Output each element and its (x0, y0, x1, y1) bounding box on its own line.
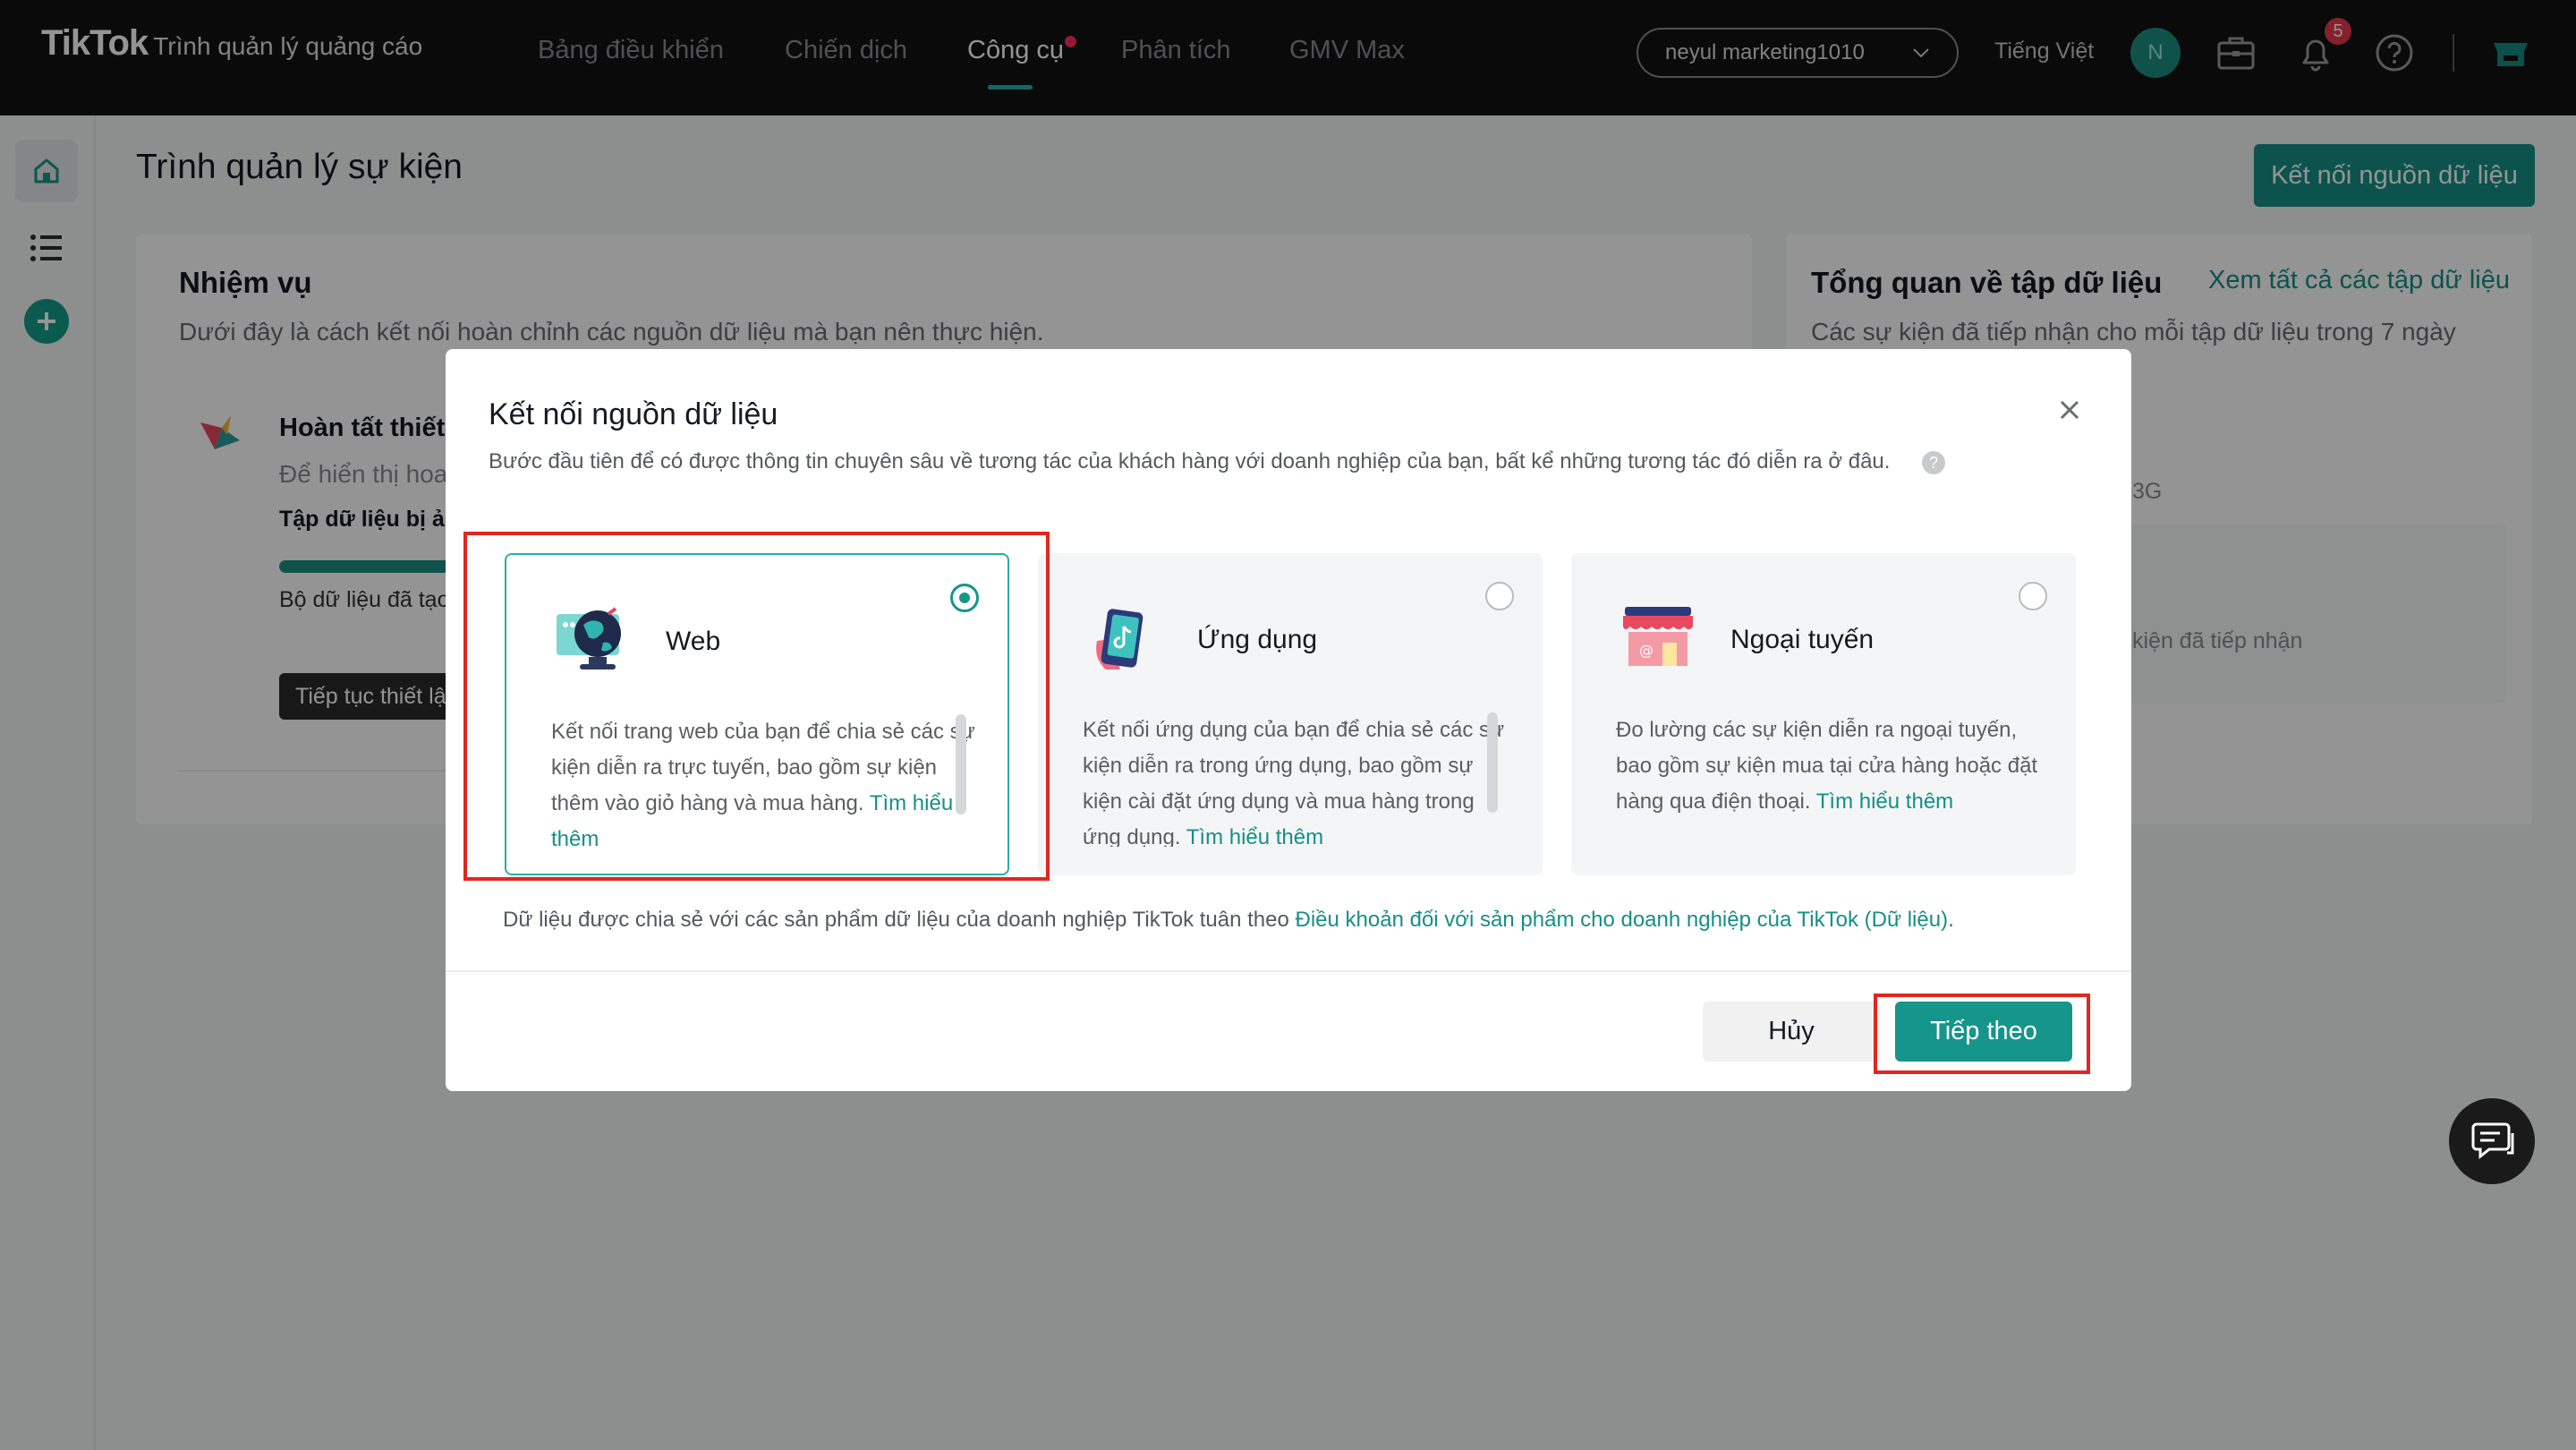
terms-suffix: . (1948, 908, 1954, 932)
option-web[interactable]: Web Kết nối trang web của bạn để chia sẻ… (505, 553, 1009, 875)
terms-prefix: Dữ liệu được chia sẻ với các sản phẩm dữ… (503, 908, 1289, 932)
option-app[interactable]: Ứng dụng Kết nối ứng dụng của bạn để chi… (1038, 553, 1543, 875)
option-offline-description: Đo lường các sự kiện diễn ra ngoại tuyến… (1616, 712, 2042, 847)
svg-text:@: @ (1639, 642, 1654, 659)
option-app-title: Ứng dụng (1197, 625, 1318, 654)
option-app-scrollbar[interactable] (1487, 712, 1498, 813)
next-button[interactable]: Tiếp theo (1895, 1002, 2072, 1062)
option-web-scrollbar[interactable] (956, 714, 966, 815)
close-icon[interactable] (2053, 394, 2086, 426)
terms-link[interactable]: Điều khoản đối với sản phẩm cho doanh ng… (1296, 908, 1949, 932)
option-offline[interactable]: @ Ngoại tuyến Đo lường các sự kiện diễn … (1571, 553, 2076, 875)
option-app-description: Kết nối ứng dụng của bạn để chia sẻ các … (1083, 712, 1509, 847)
option-app-radio[interactable] (1485, 582, 1514, 610)
option-offline-title: Ngoại tuyến (1730, 625, 1875, 654)
option-offline-learn-more[interactable]: Tìm hiểu thêm (1816, 789, 1953, 814)
connect-data-source-modal: Kết nối nguồn dữ liệu Bước đầu tiên để c… (446, 349, 2131, 1091)
option-offline-radio[interactable] (2019, 582, 2047, 610)
modal-footer-divider (446, 970, 2131, 972)
option-app-learn-more[interactable]: Tìm hiểu thêm (1186, 825, 1323, 847)
option-web-description: Kết nối trang web của bạn để chia sẻ các… (551, 714, 977, 849)
modal-title: Kết nối nguồn dữ liệu (489, 397, 778, 431)
chat-support-button[interactable] (2449, 1098, 2535, 1184)
modal-description: Bước đầu tiên để có được thông tin chuyê… (489, 449, 1891, 473)
chat-icon (2471, 1122, 2514, 1160)
help-icon[interactable]: ? (1922, 451, 1945, 474)
option-web-title: Web (666, 627, 721, 656)
web-globe-icon (557, 607, 621, 670)
option-web-radio[interactable] (950, 584, 979, 612)
store-icon: @ (1623, 607, 1693, 666)
data-terms-notice: Dữ liệu được chia sẻ với các sản phẩm dữ… (503, 908, 1954, 933)
mobile-app-icon (1096, 609, 1143, 670)
cancel-button[interactable]: Hủy (1703, 1002, 1880, 1062)
